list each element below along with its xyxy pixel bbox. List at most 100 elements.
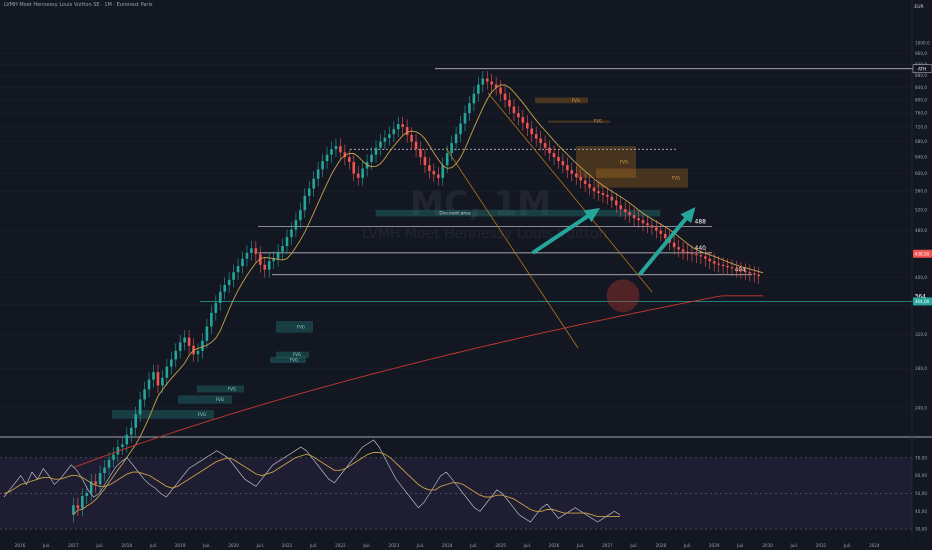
fvg-label: FVG — [620, 160, 628, 165]
y-tick-label: 280,0 — [915, 366, 927, 371]
candle — [236, 266, 240, 273]
fvg-label: FVG — [290, 357, 298, 362]
candle — [708, 258, 712, 262]
x-tick-label: 2017 — [68, 543, 79, 548]
candle — [566, 165, 569, 171]
candle — [663, 233, 667, 239]
candle — [628, 212, 631, 216]
candle — [281, 246, 284, 252]
candle — [205, 326, 209, 341]
candle — [534, 134, 538, 139]
x-tick-label: 2024 — [869, 543, 880, 548]
candle — [632, 215, 636, 219]
candle — [641, 220, 645, 224]
candle — [757, 274, 760, 276]
x-tick-label: 2019 — [175, 543, 186, 548]
candle — [441, 165, 445, 178]
candle — [76, 505, 80, 509]
x-tick-label: 2030 — [762, 543, 773, 548]
y-tick-label: 880,0 — [915, 73, 927, 78]
candle — [512, 106, 516, 114]
x-tick-label: 2021 — [282, 543, 293, 548]
fvg-zone — [535, 97, 588, 104]
candle — [388, 134, 391, 138]
candle — [739, 269, 743, 271]
candle — [428, 165, 431, 172]
candle — [490, 81, 493, 85]
x-tick-label: 2031 — [816, 543, 827, 548]
candle — [201, 340, 204, 351]
candle — [552, 153, 556, 158]
candle — [143, 389, 146, 400]
x-tick-label: Juil. — [309, 543, 318, 548]
candle — [606, 194, 609, 197]
x-tick-label: Juil. — [416, 543, 425, 548]
candle — [677, 247, 680, 250]
rsi-tick-label: 40,00 — [915, 509, 927, 514]
candle — [463, 113, 467, 124]
target-circle — [606, 279, 640, 313]
candle — [210, 312, 213, 327]
x-tick-label: Juil. — [790, 543, 799, 548]
candle — [374, 147, 378, 155]
candle — [294, 220, 298, 230]
candle — [623, 209, 627, 213]
chart-root[interactable]: LVMH Moet Hennessy Louis Vuitton SE · 1M… — [0, 0, 932, 550]
y-tick-label: 520,0 — [915, 208, 927, 213]
rsi-tick-label: 50,00 — [915, 491, 927, 496]
candle — [232, 272, 235, 280]
candle — [548, 147, 551, 154]
candle — [583, 180, 587, 185]
fvg-label: FVG — [594, 119, 602, 124]
candle — [655, 227, 658, 231]
candle — [477, 84, 480, 94]
ma-slow-line — [73, 295, 764, 469]
candle — [437, 174, 440, 178]
x-tick-label: 2025 — [495, 543, 506, 548]
candle — [392, 129, 396, 135]
candle — [196, 350, 200, 355]
y-tick-label: 640,0 — [915, 155, 927, 160]
candle — [245, 252, 249, 259]
candle — [321, 161, 324, 170]
candle — [650, 225, 654, 228]
candle — [121, 444, 124, 447]
x-tick-label: 2027 — [602, 543, 613, 548]
candle — [752, 273, 756, 275]
candle — [241, 258, 244, 267]
candle — [615, 200, 618, 206]
price-chart-svg[interactable]: FVGFVGFVGFVGFVGFVGFVGFVGFVGFVGDiscount a… — [0, 0, 932, 550]
candle — [730, 267, 734, 269]
x-tick-label: 2029 — [709, 543, 720, 548]
candle — [174, 350, 178, 360]
candle — [103, 467, 106, 474]
candle — [383, 137, 387, 142]
candle — [610, 196, 614, 201]
candle — [659, 230, 663, 234]
candle — [254, 248, 258, 255]
candle — [450, 143, 453, 154]
y-tick-label: 240,0 — [915, 405, 927, 410]
price-badge-label: 438,50 — [915, 251, 930, 256]
candle — [472, 93, 476, 104]
candle — [276, 251, 280, 259]
x-tick-label: 2022 — [335, 543, 346, 548]
candle — [432, 171, 436, 175]
fvg-label: FVG — [228, 386, 236, 391]
fvg-label: FVG — [198, 412, 206, 417]
candle — [454, 134, 458, 144]
candle — [112, 454, 115, 460]
y-tick-label: 960,0 — [915, 51, 927, 56]
y-tick-label: 760,0 — [915, 111, 927, 116]
currency-label: EUR — [914, 4, 923, 10]
candle — [348, 157, 351, 162]
candle — [574, 173, 578, 178]
x-tick-label: 2016 — [15, 543, 26, 548]
y-tick-label: 840,0 — [915, 85, 927, 90]
price-badge-label: ATH — [918, 66, 926, 71]
candle — [672, 242, 676, 248]
candle — [557, 157, 560, 162]
candle — [307, 188, 311, 196]
candle — [183, 337, 186, 343]
candle — [503, 93, 507, 101]
